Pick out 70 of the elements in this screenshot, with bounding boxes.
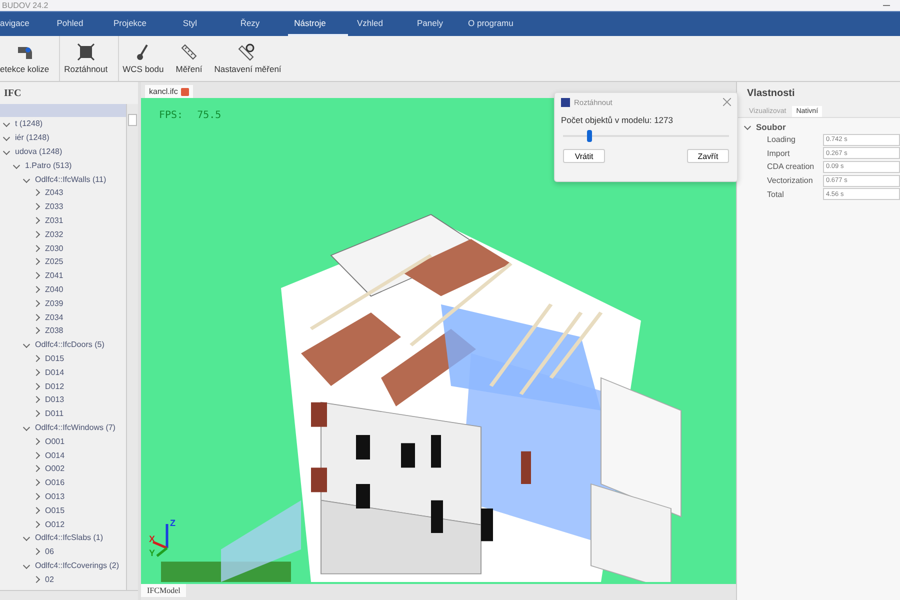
- tree-item[interactable]: udova (1248): [15, 146, 62, 156]
- ruler-icon: [180, 43, 198, 61]
- tree-item[interactable]: D013: [45, 395, 64, 404]
- app-logo-icon: [561, 98, 570, 106]
- property-name: Vectorization: [766, 176, 814, 186]
- menu-tab[interactable]: Pohled: [48, 12, 108, 36]
- tree-item[interactable]: D014: [45, 368, 64, 377]
- tree-item[interactable]: O001: [45, 436, 65, 446]
- scrollbar[interactable]: [126, 104, 138, 590]
- property-name: Total: [766, 190, 785, 199]
- tree-item[interactable]: t (1248): [15, 119, 43, 128]
- panel-title: Vlastnosti: [746, 86, 796, 100]
- ribbon-button[interactable]: Nastavení měření: [208, 36, 288, 81]
- tree-item[interactable]: Z031: [45, 216, 64, 225]
- menu-tab[interactable]: Projekce: [108, 12, 168, 36]
- menu-tab[interactable]: Styl: [168, 12, 228, 36]
- box-icon: [76, 43, 95, 61]
- tree-item[interactable]: Z032: [45, 230, 64, 239]
- menu-tab[interactable]: Panely: [408, 12, 468, 36]
- tree-item[interactable]: Z038: [45, 326, 64, 336]
- tree-item[interactable]: O002: [45, 464, 65, 474]
- tree-item[interactable]: O014: [45, 450, 65, 460]
- tree-item[interactable]: O015: [45, 506, 65, 515]
- slider[interactable]: [563, 129, 729, 143]
- tree-item[interactable]: O013: [45, 492, 65, 501]
- tree-item[interactable]: Z033: [45, 202, 64, 212]
- tree-item[interactable]: Odlfc4::IfcWalls (11): [35, 174, 106, 184]
- tree-item[interactable]: Z034: [45, 312, 64, 322]
- property-name: Import: [766, 148, 791, 158]
- dialog-button[interactable]: Zavřít: [687, 149, 729, 163]
- tree-item[interactable]: O012: [45, 520, 65, 528]
- tree-item[interactable]: Z030: [45, 244, 64, 253]
- tree-item[interactable]: Z040: [45, 284, 64, 294]
- dialog-message: Počet objektů v modelu: 1273: [560, 114, 674, 125]
- tree-item[interactable]: D012: [45, 382, 64, 391]
- ribbon-button[interactable]: etekce kolize: [0, 36, 56, 81]
- tree-item[interactable]: Z043: [45, 188, 64, 198]
- menu-tab[interactable]: O programu: [468, 12, 530, 36]
- dialog-button[interactable]: Vrátit: [563, 149, 605, 163]
- tree-item[interactable]: 1.Patro (513): [25, 160, 72, 170]
- fps-value: 75.5: [197, 110, 222, 121]
- menu-tab[interactable]: Řezy: [228, 12, 288, 36]
- tree-item[interactable]: O016: [45, 478, 65, 488]
- tree-item[interactable]: Z041: [45, 271, 64, 280]
- tree-item[interactable]: Odlfc4::IfcWindows (7): [35, 422, 116, 432]
- tree-item[interactable]: D011: [45, 409, 64, 418]
- menu-tab[interactable]: Vzhled: [348, 12, 408, 36]
- ribbon-button[interactable]: Roztáhnout: [64, 36, 114, 81]
- horizontal-scrollbar[interactable]: [0, 590, 138, 600]
- tree-item[interactable]: Odlfc4::IfcDoors (5): [35, 340, 104, 350]
- window-title: BUDOV 24.2: [2, 1, 48, 10]
- menu-tab[interactable]: avigace: [0, 12, 48, 36]
- ribbon-button[interactable]: Měření: [170, 36, 208, 81]
- tree-item[interactable]: Z039: [45, 298, 64, 308]
- panel-title: IFC: [3, 86, 22, 100]
- property-name: CDA creation: [766, 162, 816, 172]
- property-name: Loading: [766, 135, 796, 144]
- bottom-tab[interactable]: IFCModel: [141, 584, 186, 597]
- tree-item[interactable]: iér (1248): [15, 133, 50, 142]
- tree-item[interactable]: D015: [45, 354, 64, 363]
- tree-item[interactable]: Odlfc4::IfcCoverings (2): [35, 560, 120, 570]
- fps-label: FPS:: [159, 110, 184, 121]
- document-tab[interactable]: kancl.ifc: [145, 85, 193, 98]
- tree-item[interactable]: Odlfc4::IfcSlabs (1): [35, 533, 104, 542]
- tree-item[interactable]: 02: [45, 574, 54, 584]
- slider-thumb[interactable]: [586, 130, 592, 142]
- tree-item[interactable]: 06: [45, 547, 54, 556]
- tree-item[interactable]: Z025: [45, 257, 64, 266]
- ribbon-button[interactable]: WCS bodu: [122, 36, 170, 81]
- group-label: Soubor: [756, 122, 786, 132]
